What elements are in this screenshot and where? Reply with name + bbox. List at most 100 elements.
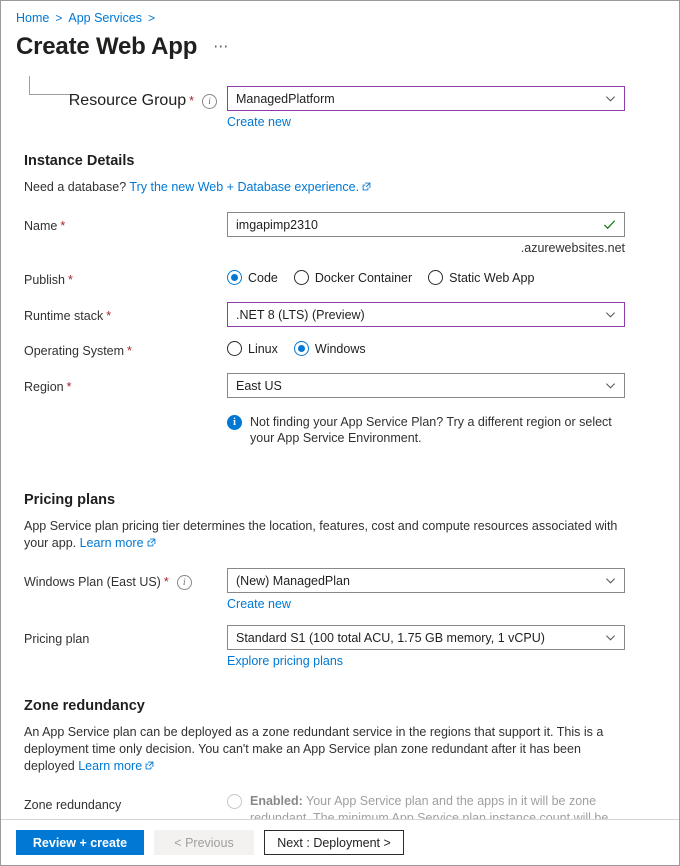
name-label-wrap: Name * — [24, 212, 227, 234]
resource-group-value: ManagedPlatform — [236, 92, 599, 106]
runtime-stack-row: Runtime stack * .NET 8 (LTS) (Preview) — [24, 302, 663, 327]
operating-system-control: Linux Windows — [227, 337, 663, 356]
page-title: Create Web App — [16, 32, 197, 62]
chevron-down-icon — [605, 575, 616, 586]
region-info-banner: i Not finding your App Service Plan? Try… — [227, 414, 627, 446]
publish-label-wrap: Publish * — [24, 266, 227, 288]
publish-control: Code Docker Container Static Web App — [227, 266, 663, 285]
windows-plan-control: (New) ManagedPlan Create new — [227, 568, 663, 613]
breadcrumb-item-app-services[interactable]: App Services — [68, 10, 142, 26]
pricing-plan-label-wrap: Pricing plan — [24, 625, 227, 647]
publish-option-code-label: Code — [248, 271, 278, 285]
instance-details-heading: Instance Details — [24, 151, 663, 171]
pricing-plan-value: Standard S1 (100 total ACU, 1.75 GB memo… — [236, 631, 599, 645]
region-control: East US — [227, 373, 663, 398]
name-row: Name * imgapimp2310 .azurewebsites.net — [24, 212, 663, 256]
previous-button[interactable]: < Previous — [154, 830, 254, 855]
resource-group-dropdown[interactable]: ManagedPlatform — [227, 86, 625, 111]
required-asterisk: * — [68, 272, 73, 288]
name-domain-suffix: .azurewebsites.net — [227, 240, 625, 256]
resource-group-create-new-link[interactable]: Create new — [227, 114, 291, 130]
info-icon[interactable]: i — [202, 94, 217, 109]
name-value: imgapimp2310 — [236, 218, 603, 232]
next-deployment-button[interactable]: Next : Deployment > — [264, 830, 404, 855]
pricing-plans-heading: Pricing plans — [24, 490, 663, 510]
instance-details-section: Instance Details Need a database? Try th… — [1, 151, 679, 446]
region-row: Region * East US — [24, 373, 663, 398]
pricing-plan-control: Standard S1 (100 total ACU, 1.75 GB memo… — [227, 625, 663, 670]
runtime-stack-label: Runtime stack — [24, 308, 103, 324]
database-prompt-row: Need a database? Try the new Web + Datab… — [24, 179, 634, 196]
required-asterisk: * — [60, 218, 65, 234]
review-create-button[interactable]: Review + create — [16, 830, 144, 855]
external-link-icon — [362, 182, 371, 191]
zone-redundancy-heading: Zone redundancy — [24, 696, 663, 716]
windows-plan-dropdown[interactable]: (New) ManagedPlan — [227, 568, 625, 593]
pricing-plan-row: Pricing plan Standard S1 (100 total ACU,… — [24, 625, 663, 670]
title-row: Create Web App ⋯ — [1, 26, 679, 62]
resource-group-row: Resource Group * i ManagedPlatform Creat… — [24, 86, 663, 131]
publish-option-docker-container-label: Docker Container — [315, 271, 412, 285]
region-info-control: i Not finding your App Service Plan? Try… — [227, 414, 663, 446]
radio-unselected-icon — [227, 341, 242, 356]
region-label: Region — [24, 379, 64, 395]
breadcrumb-separator-trailing: > — [148, 10, 155, 26]
tree-connector-icon — [29, 76, 70, 95]
breadcrumb: Home > App Services > — [1, 1, 679, 26]
more-options-icon[interactable]: ⋯ — [213, 37, 229, 55]
region-info-spacer — [24, 414, 227, 420]
external-link-icon — [145, 761, 154, 770]
pricing-plans-description-wrap: App Service plan pricing tier determines… — [24, 518, 634, 552]
radio-selected-icon — [294, 341, 309, 356]
breadcrumb-separator: > — [55, 10, 62, 26]
chevron-down-icon — [605, 309, 616, 320]
os-option-linux[interactable]: Linux — [227, 341, 278, 356]
zone-redundancy-option-enabled[interactable]: Enabled: Your App Service plan and the a… — [227, 793, 663, 819]
pricing-plan-label: Pricing plan — [24, 631, 89, 647]
region-label-wrap: Region * — [24, 373, 227, 395]
os-option-windows[interactable]: Windows — [294, 341, 366, 356]
required-asterisk: * — [189, 94, 194, 108]
required-asterisk: * — [164, 574, 169, 590]
publish-option-static-web-app-label: Static Web App — [449, 271, 534, 285]
blade-footer: Review + create < Previous Next : Deploy… — [1, 819, 679, 865]
region-info-text: Not finding your App Service Plan? Try a… — [250, 414, 627, 446]
publish-option-docker-container[interactable]: Docker Container — [294, 270, 412, 285]
region-info-row: i Not finding your App Service Plan? Try… — [24, 414, 663, 446]
region-value: East US — [236, 379, 599, 393]
required-asterisk: * — [67, 379, 72, 395]
runtime-stack-dropdown[interactable]: .NET 8 (LTS) (Preview) — [227, 302, 625, 327]
blade-scroll-area[interactable]: Home > App Services > Create Web App ⋯ R… — [1, 1, 679, 819]
publish-option-static-web-app[interactable]: Static Web App — [428, 270, 534, 285]
name-control: imgapimp2310 .azurewebsites.net — [227, 212, 663, 256]
pricing-plan-dropdown[interactable]: Standard S1 (100 total ACU, 1.75 GB memo… — [227, 625, 625, 650]
operating-system-radio-group: Linux Windows — [227, 337, 663, 356]
info-icon: i — [227, 415, 242, 430]
zone-redundancy-label-wrap: Zone redundancy — [24, 791, 227, 813]
pricing-learn-more-link[interactable]: Learn more — [80, 536, 144, 550]
info-icon[interactable]: i — [177, 575, 192, 590]
pricing-plans-section: Pricing plans App Service plan pricing t… — [1, 490, 679, 670]
explore-pricing-plans-link[interactable]: Explore pricing plans — [227, 653, 343, 669]
radio-unselected-icon — [294, 270, 309, 285]
external-link-icon — [147, 538, 156, 547]
checkmark-icon — [603, 218, 616, 231]
region-dropdown[interactable]: East US — [227, 373, 625, 398]
required-asterisk: * — [127, 343, 132, 359]
breadcrumb-item-home[interactable]: Home — [16, 10, 49, 26]
zone-redundancy-enabled-desc: Your App Service plan and the apps in it… — [250, 794, 608, 819]
zone-redundancy-learn-more-link[interactable]: Learn more — [78, 759, 142, 773]
database-prompt-text: Need a database? — [24, 180, 126, 194]
windows-plan-label-wrap: Windows Plan (East US) * i — [24, 568, 227, 590]
operating-system-label-wrap: Operating System * — [24, 337, 227, 359]
windows-plan-create-new-link[interactable]: Create new — [227, 596, 291, 612]
resource-group-label-wrap: Resource Group * i — [24, 86, 227, 110]
zone-redundancy-enabled-text: Enabled: Your App Service plan and the a… — [250, 793, 622, 819]
zone-redundancy-enabled-title: Enabled: — [250, 794, 303, 808]
radio-unselected-icon — [227, 794, 242, 809]
publish-option-code[interactable]: Code — [227, 270, 278, 285]
name-input[interactable]: imgapimp2310 — [227, 212, 625, 237]
chevron-down-icon — [605, 632, 616, 643]
web-database-experience-link[interactable]: Try the new Web + Database experience. — [129, 180, 359, 194]
runtime-stack-control: .NET 8 (LTS) (Preview) — [227, 302, 663, 327]
